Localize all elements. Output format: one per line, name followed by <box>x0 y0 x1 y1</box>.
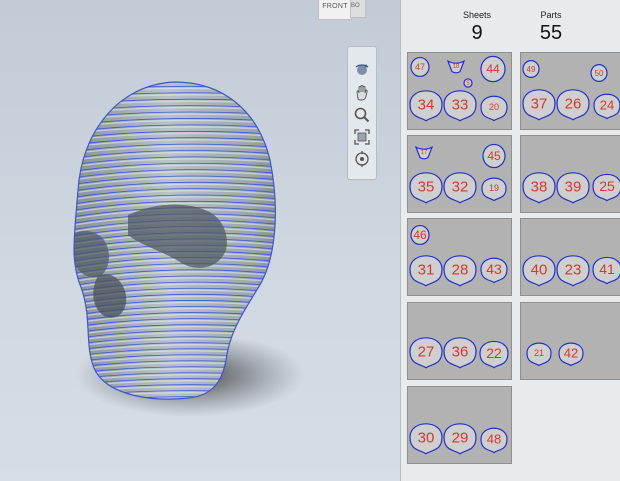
sheet-part[interactable]: 34 <box>409 90 443 122</box>
sheet-part[interactable]: 46 <box>410 224 430 246</box>
sheet-thumbnail[interactable]: 46 43 31 28 <box>407 218 512 296</box>
sheet-part[interactable]: 33 <box>443 90 477 122</box>
zoom-icon[interactable] <box>352 105 372 125</box>
part-number: 37 <box>531 95 548 112</box>
sheet-part[interactable]: 37 <box>522 89 556 121</box>
sheet-part[interactable]: 32 <box>443 172 477 204</box>
parts-count: 55 <box>539 22 563 44</box>
parts-label: Parts <box>540 10 562 20</box>
sheet-part[interactable]: 43 <box>480 257 508 284</box>
part-number: 36 <box>452 343 469 360</box>
3d-viewport[interactable]: FRONT BO <box>0 0 400 481</box>
part-number: 41 <box>599 261 615 277</box>
sheet-part[interactable]: 22 <box>479 340 509 369</box>
sheet-part[interactable]: 17 <box>414 145 434 160</box>
part-number: 39 <box>565 178 582 195</box>
sheet-thumbnail[interactable]: 38 39 25 <box>520 135 620 213</box>
sheet-part[interactable]: 42 <box>558 342 584 367</box>
part-number: 20 <box>489 102 499 112</box>
fit-icon[interactable] <box>352 127 372 147</box>
part-number: 44 <box>486 62 500 76</box>
part-number: 50 <box>595 69 604 78</box>
part-number: 40 <box>531 261 548 278</box>
part-number: 17 <box>421 150 428 156</box>
part-number: 28 <box>452 261 469 278</box>
sheet-thumbnail[interactable]: 40 23 41 <box>520 218 620 296</box>
part-number: 43 <box>486 261 502 277</box>
sheets-stat: Sheets 9 <box>442 10 512 45</box>
part-number: 42 <box>564 346 578 361</box>
sheet-part[interactable]: 36 <box>443 337 477 369</box>
part-number: 49 <box>527 65 536 74</box>
sheet-part[interactable]: 45 <box>482 143 506 169</box>
part-number: 29 <box>452 429 469 446</box>
part-number: 46 <box>413 228 427 242</box>
sheet-part[interactable]: 35 <box>409 172 443 204</box>
part-number: 24 <box>600 98 614 113</box>
view-cube[interactable]: FRONT BO <box>318 0 366 20</box>
navigation-bar <box>347 46 377 180</box>
part-number: 48 <box>487 432 501 447</box>
view-cube-side[interactable]: BO <box>350 0 366 18</box>
part-number: 35 <box>418 178 435 195</box>
sheet-thumbnail[interactable]: 49 50 37 26 24 <box>520 52 620 130</box>
part-number: 45 <box>487 149 501 163</box>
sheet-thumbnail[interactable]: 21 42 <box>520 302 620 380</box>
view-cube-front[interactable]: FRONT <box>318 0 352 20</box>
sheet-part[interactable]: 19 <box>481 177 507 202</box>
sheets-label: Sheets <box>462 10 492 20</box>
part-number: 30 <box>418 429 435 446</box>
parts-stat: Parts 55 <box>516 10 586 45</box>
sheet-part[interactable]: 41 <box>592 256 620 285</box>
sheet-part[interactable]: 38 <box>522 172 556 204</box>
part-number: 18 <box>453 64 460 70</box>
sheet-part[interactable]: 50 <box>590 64 608 82</box>
sheet-part[interactable]: 18 <box>446 59 466 74</box>
part-number: 38 <box>531 178 548 195</box>
sheet-part[interactable]: 31 <box>409 255 443 287</box>
layout-panel: Sheets 9 Parts 55 47 18 5 44 34 33 20 49 50 37 26 2… <box>400 0 620 481</box>
sheet-part[interactable]: 40 <box>522 255 556 287</box>
sheet-part[interactable]: 23 <box>556 255 590 287</box>
sheets-count: 9 <box>471 22 483 44</box>
sheet-part[interactable]: 5 <box>463 78 473 88</box>
part-number: 23 <box>565 261 582 278</box>
sheet-thumbnail[interactable]: 47 18 5 44 34 33 20 <box>407 52 512 130</box>
sheet-part[interactable]: 30 <box>409 423 443 455</box>
look-icon[interactable] <box>352 149 372 169</box>
part-number: 22 <box>486 345 502 361</box>
part-number: 33 <box>452 96 469 113</box>
sheet-part[interactable]: 24 <box>593 93 620 120</box>
part-number: 19 <box>489 183 499 193</box>
part-number: 47 <box>415 62 425 72</box>
sliced-head-model[interactable] <box>0 0 400 481</box>
sheet-part[interactable]: 21 <box>526 342 552 367</box>
part-number: 26 <box>565 95 582 112</box>
sheet-part[interactable]: 48 <box>480 427 508 454</box>
orbit-icon[interactable] <box>352 59 372 79</box>
sheet-thumbnail[interactable]: 30 29 48 <box>407 386 512 464</box>
sheet-thumbnail[interactable]: 17 45 35 32 19 <box>407 135 512 213</box>
sheet-part[interactable]: 26 <box>556 89 590 121</box>
sheet-part[interactable]: 28 <box>443 255 477 287</box>
sheet-part[interactable]: 20 <box>480 95 508 122</box>
sheet-part[interactable]: 25 <box>592 173 620 202</box>
part-number: 21 <box>534 348 544 358</box>
sheet-part[interactable]: 49 <box>522 60 540 78</box>
part-number: 25 <box>599 178 615 194</box>
pan-icon[interactable] <box>352 83 372 103</box>
sheet-part[interactable]: 39 <box>556 172 590 204</box>
sheet-part[interactable]: 44 <box>480 55 506 83</box>
part-number: 32 <box>452 178 469 195</box>
part-number: 34 <box>418 96 435 113</box>
sheet-part[interactable]: 29 <box>443 423 477 455</box>
part-number: 27 <box>418 343 435 360</box>
sheet-part[interactable]: 47 <box>410 56 430 78</box>
part-number: 31 <box>418 261 435 278</box>
sheet-part[interactable]: 27 <box>409 337 443 369</box>
sheet-thumbnail[interactable]: 27 36 22 <box>407 302 512 380</box>
